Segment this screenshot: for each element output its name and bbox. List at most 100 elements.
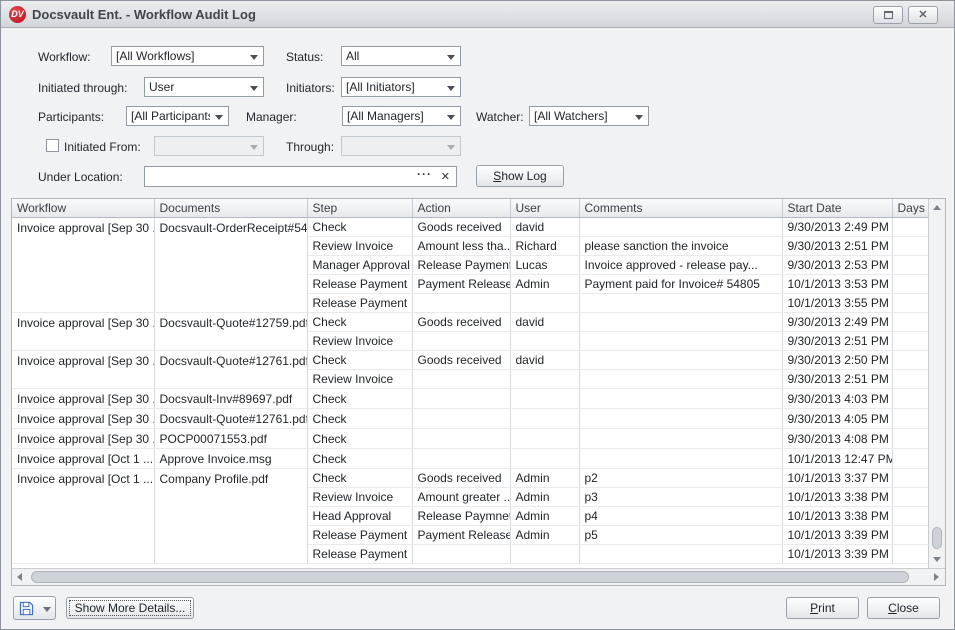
cell-step[interactable]: Review Invoice: [307, 332, 412, 351]
cell-start-date[interactable]: 9/30/2013 2:53 PM: [782, 256, 892, 275]
cell-days[interactable]: [892, 237, 928, 256]
cell-workflow[interactable]: Invoice approval [Sep 30 ...: [12, 389, 154, 409]
column-header-days[interactable]: Days: [892, 199, 928, 218]
table-row[interactable]: Invoice approval [Sep 30 ...Docsvault-Or…: [12, 218, 928, 237]
cell-comments[interactable]: [579, 351, 782, 370]
cell-days[interactable]: [892, 488, 928, 507]
cell-action[interactable]: [412, 449, 510, 469]
cell-start-date[interactable]: 10/1/2013 3:39 PM: [782, 526, 892, 545]
cell-start-date[interactable]: 10/1/2013 3:38 PM: [782, 488, 892, 507]
cell-start-date[interactable]: 9/30/2013 2:49 PM: [782, 313, 892, 332]
status-select[interactable]: All: [341, 46, 461, 66]
cell-start-date[interactable]: 9/30/2013 4:03 PM: [782, 389, 892, 409]
cell-action[interactable]: [412, 545, 510, 564]
cell-document[interactable]: Approve Invoice.msg: [154, 449, 307, 469]
cell-days[interactable]: [892, 449, 928, 469]
cell-user[interactable]: [510, 389, 579, 409]
cell-user[interactable]: [510, 370, 579, 389]
cell-days[interactable]: [892, 469, 928, 488]
cell-start-date[interactable]: 10/1/2013 3:53 PM: [782, 275, 892, 294]
table-row[interactable]: Invoice approval [Sep 30 ...Docsvault-Qu…: [12, 313, 928, 332]
cell-start-date[interactable]: 10/1/2013 3:39 PM: [782, 545, 892, 564]
cell-days[interactable]: [892, 409, 928, 429]
cell-step[interactable]: Check: [307, 409, 412, 429]
cell-days[interactable]: [892, 545, 928, 564]
column-header-workflow[interactable]: Workflow: [12, 199, 154, 218]
cell-days[interactable]: [892, 256, 928, 275]
cell-user[interactable]: [510, 449, 579, 469]
cell-comments[interactable]: [579, 313, 782, 332]
cell-comments[interactable]: please sanction the invoice: [579, 237, 782, 256]
cell-action[interactable]: [412, 389, 510, 409]
cell-comments[interactable]: [579, 332, 782, 351]
cell-action[interactable]: Goods received: [412, 469, 510, 488]
cell-comments[interactable]: p4: [579, 507, 782, 526]
cell-comments[interactable]: [579, 389, 782, 409]
initiators-select[interactable]: [All Initiators]: [341, 77, 461, 97]
cell-user[interactable]: [510, 332, 579, 351]
cell-user[interactable]: Admin: [510, 507, 579, 526]
cell-action[interactable]: [412, 370, 510, 389]
column-header-start-date[interactable]: Start Date: [782, 199, 892, 218]
cell-days[interactable]: [892, 370, 928, 389]
cell-days[interactable]: [892, 294, 928, 313]
cell-step[interactable]: Release Payment: [307, 275, 412, 294]
cell-document[interactable]: Docsvault-Quote#12761.pdf: [154, 409, 307, 429]
cell-days[interactable]: [892, 275, 928, 294]
cell-action[interactable]: Release Paymnet: [412, 507, 510, 526]
vertical-scroll-thumb[interactable]: [932, 527, 942, 549]
cell-user[interactable]: Admin: [510, 526, 579, 545]
close-window-button[interactable]: ✕: [908, 6, 938, 24]
clear-location-icon[interactable]: ✕: [441, 170, 450, 183]
cell-start-date[interactable]: 10/1/2013 12:47 PM: [782, 449, 892, 469]
cell-document[interactable]: Docsvault-Inv#89697.pdf: [154, 389, 307, 409]
cell-workflow[interactable]: Invoice approval [Sep 30 ...: [12, 409, 154, 429]
cell-step[interactable]: Check: [307, 389, 412, 409]
title-bar[interactable]: DV Docsvault Ent. - Workflow Audit Log ✕: [1, 1, 954, 28]
cell-start-date[interactable]: 9/30/2013 2:50 PM: [782, 351, 892, 370]
cell-user[interactable]: Admin: [510, 275, 579, 294]
close-button[interactable]: Close: [867, 597, 940, 619]
cell-action[interactable]: [412, 294, 510, 313]
cell-action[interactable]: Payment Released: [412, 526, 510, 545]
scroll-right-button[interactable]: [928, 569, 945, 586]
cell-workflow[interactable]: Invoice approval [Oct 1 ...: [12, 469, 154, 564]
cell-step[interactable]: Review Invoice: [307, 370, 412, 389]
column-header-action[interactable]: Action: [412, 199, 510, 218]
cell-comments[interactable]: [579, 294, 782, 313]
table-row[interactable]: Invoice approval [Sep 30 ...Docsvault-In…: [12, 389, 928, 409]
workflow-select[interactable]: [All Workflows]: [111, 46, 264, 66]
table-row[interactable]: Invoice approval [Oct 1 ...Approve Invoi…: [12, 449, 928, 469]
table-row[interactable]: Invoice approval [Sep 30 ...Docsvault-Qu…: [12, 409, 928, 429]
maximize-button[interactable]: [873, 6, 903, 24]
cell-user[interactable]: [510, 294, 579, 313]
cell-step[interactable]: Check: [307, 351, 412, 370]
cell-start-date[interactable]: 9/30/2013 2:51 PM: [782, 370, 892, 389]
cell-step[interactable]: Check: [307, 218, 412, 237]
cell-user[interactable]: Richard: [510, 237, 579, 256]
cell-days[interactable]: [892, 218, 928, 237]
cell-step[interactable]: Review Invoice: [307, 488, 412, 507]
cell-user[interactable]: [510, 429, 579, 449]
cell-days[interactable]: [892, 313, 928, 332]
cell-days[interactable]: [892, 389, 928, 409]
vertical-scrollbar[interactable]: [928, 199, 945, 568]
cell-user[interactable]: [510, 409, 579, 429]
watcher-select[interactable]: [All Watchers]: [529, 106, 649, 126]
cell-action[interactable]: [412, 332, 510, 351]
cell-document[interactable]: POCP00071553.pdf: [154, 429, 307, 449]
cell-comments[interactable]: p2: [579, 469, 782, 488]
cell-step[interactable]: Release Payment: [307, 294, 412, 313]
cell-start-date[interactable]: 10/1/2013 3:38 PM: [782, 507, 892, 526]
cell-start-date[interactable]: 9/30/2013 4:08 PM: [782, 429, 892, 449]
cell-step[interactable]: Check: [307, 469, 412, 488]
cell-comments[interactable]: [579, 218, 782, 237]
cell-action[interactable]: Amount greater ...: [412, 488, 510, 507]
show-more-details-button[interactable]: Show More Details...: [66, 597, 194, 619]
cell-action[interactable]: Goods received: [412, 351, 510, 370]
table-row[interactable]: Invoice approval [Sep 30 ...Docsvault-Qu…: [12, 351, 928, 370]
cell-start-date[interactable]: 9/30/2013 2:51 PM: [782, 237, 892, 256]
cell-days[interactable]: [892, 351, 928, 370]
cell-step[interactable]: Release Payment: [307, 526, 412, 545]
cell-start-date[interactable]: 9/30/2013 4:05 PM: [782, 409, 892, 429]
